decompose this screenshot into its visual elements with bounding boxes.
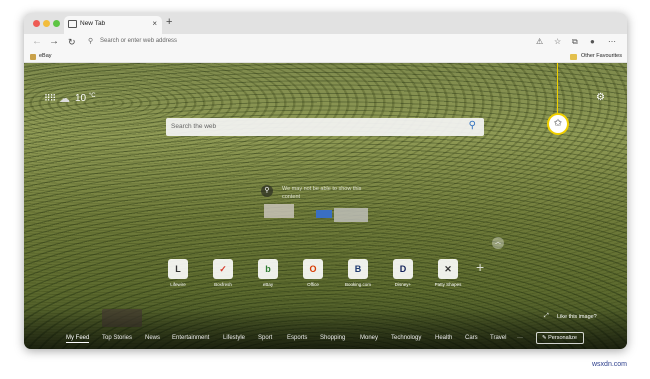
collapse-chevron-icon[interactable]: ︿: [492, 237, 504, 249]
feed-tab[interactable]: Esports: [287, 335, 307, 341]
tab-new-tab[interactable]: New Tab ×: [64, 16, 162, 34]
quick-link[interactable]: B Booking.com: [339, 259, 377, 287]
tab-title: New Tab: [80, 20, 106, 27]
browser-window: New Tab × + ← → ↻ ⚲ Search or enter web …: [24, 13, 627, 349]
feed-tab[interactable]: Entertainment: [172, 335, 209, 341]
reload-icon[interactable]: ↻: [68, 37, 76, 48]
folder-icon: [570, 54, 577, 60]
weather-temp[interactable]: 10 °C: [75, 93, 96, 104]
settings-gear-icon[interactable]: ⚙: [596, 92, 605, 103]
quick-link[interactable]: ✓ Boxfresh: [204, 259, 242, 287]
close-window-button[interactable]: [33, 20, 40, 27]
quick-link-label: Lifewire: [170, 282, 186, 287]
tab-close-icon[interactable]: ×: [152, 19, 157, 28]
feed-tab[interactable]: Travel: [490, 335, 506, 341]
add-favorite-icon[interactable]: ☆: [554, 37, 561, 46]
quick-link-icon[interactable]: D: [393, 259, 413, 279]
expand-icon[interactable]: ⤢: [544, 313, 549, 320]
tracking-prevention-icon[interactable]: ⚠: [536, 37, 543, 46]
feed-tab[interactable]: News: [145, 335, 160, 341]
back-icon[interactable]: ←: [32, 36, 42, 47]
favorites-bar: eBay Other Favourites: [24, 52, 627, 63]
quick-link-icon[interactable]: O: [303, 259, 323, 279]
search-placeholder[interactable]: Search the web: [171, 123, 216, 130]
address-bar[interactable]: ⚲ Search or enter web address: [84, 36, 564, 50]
quick-link-label: Disney+: [394, 282, 412, 287]
search-icon[interactable]: ⚲: [469, 120, 476, 131]
ebay-favicon: [30, 54, 36, 60]
background-house: [334, 208, 368, 222]
feed-tab[interactable]: Technology: [391, 335, 421, 341]
background-house: [264, 204, 294, 218]
quick-link[interactable]: L Lifewire: [159, 259, 197, 287]
feed-tab[interactable]: Lifestyle: [223, 335, 245, 341]
camera-search-icon[interactable]: ⚲: [261, 185, 273, 197]
quick-link[interactable]: O Office: [294, 259, 332, 287]
feed-tab[interactable]: Money: [360, 335, 378, 341]
quick-link-label: eBay: [262, 282, 274, 287]
image-caption: We may not be able to show this content: [282, 186, 362, 200]
new-tab-button[interactable]: +: [166, 16, 172, 28]
quick-link[interactable]: b eBay: [249, 259, 287, 287]
quick-link-icon[interactable]: L: [168, 259, 188, 279]
more-options-icon[interactable]: ⋯: [608, 37, 616, 46]
profile-avatar[interactable]: ●: [590, 37, 595, 46]
quick-link-label: Patty Shapes: [434, 282, 462, 287]
quick-link[interactable]: ✕ Patty Shapes: [429, 259, 467, 287]
feed-tab[interactable]: Health: [435, 335, 452, 341]
address-search-icon: ⚲: [88, 38, 94, 45]
feed-tab[interactable]: Shopping: [320, 335, 345, 341]
feed-navigation: ✎ Personalize My Feed Top Stories News Ente…: [24, 329, 627, 349]
tab-strip: New Tab × +: [24, 13, 627, 34]
quick-link-icon[interactable]: B: [348, 259, 368, 279]
address-placeholder[interactable]: Search or enter web address: [100, 38, 177, 44]
search-box[interactable]: Search the web ⚲: [166, 118, 484, 136]
forward-icon[interactable]: →: [49, 36, 59, 47]
watermark: wsxdn.com: [592, 361, 628, 368]
quick-link-icon[interactable]: ✕: [438, 259, 458, 279]
quick-link-label: Boxfresh: [214, 282, 232, 287]
quick-link-icon[interactable]: b: [258, 259, 278, 279]
feed-tab[interactable]: My Feed: [66, 335, 90, 343]
feed-tab[interactable]: ···: [517, 335, 523, 341]
feed-tab[interactable]: Top Stories: [102, 335, 132, 341]
quick-link-label: Office: [307, 282, 319, 287]
feed-tab[interactable]: Cars: [465, 335, 478, 341]
minimize-window-button[interactable]: [43, 20, 50, 27]
zoom-window-button[interactable]: [53, 20, 60, 27]
new-tab-page: ⠿⠿ ☁ 10 °C ⚙ Search the web ⚲ ✩ ⚲ We may…: [24, 63, 627, 349]
personalize-button[interactable]: ✎ Personalize: [536, 332, 584, 344]
other-favourites[interactable]: Other Favourites: [581, 53, 622, 59]
quick-link-label: Booking.com: [344, 282, 371, 287]
like-this-image[interactable]: Like this image?: [557, 314, 597, 320]
weather-cloud-icon: ☁: [59, 93, 70, 105]
background-blue-roof: [316, 210, 332, 218]
collections-icon[interactable]: ⧉: [572, 37, 578, 47]
add-quick-link-button[interactable]: +: [476, 259, 484, 275]
quick-link[interactable]: D Disney+: [384, 259, 422, 287]
callout-favorite-star-icon: ✩: [547, 113, 569, 135]
tab-page-icon: [68, 20, 77, 28]
feed-tab[interactable]: Sport: [258, 335, 272, 341]
apps-grid-icon[interactable]: ⠿⠿: [44, 93, 56, 104]
favorite-ebay[interactable]: eBay: [39, 53, 52, 59]
quick-link-icon[interactable]: ✓: [213, 259, 233, 279]
toolbar: ← → ↻ ⚲ Search or enter web address ⚠ ☆ …: [24, 34, 627, 52]
callout-line: [557, 63, 558, 114]
